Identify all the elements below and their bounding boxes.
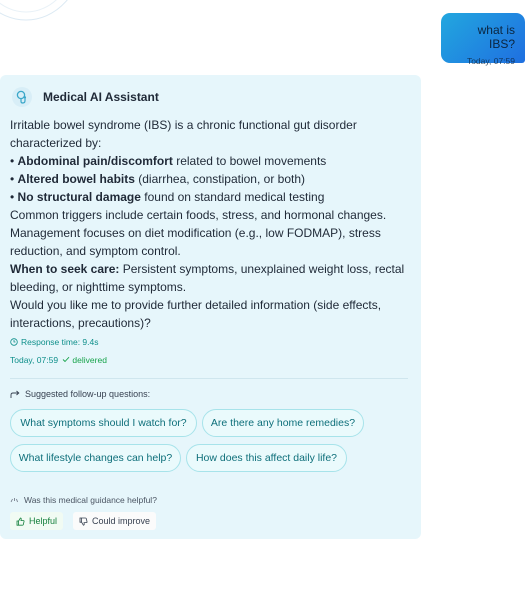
bullet-text: related to bowel movements [172,154,327,168]
bullet-text: found on standard medical testing [140,190,325,204]
suggestion-chip-remedies[interactable]: Are there any home remedies? [202,409,364,437]
suggestion-chip-daily-life[interactable]: How does this affect daily life? [186,444,347,472]
assistant-message-body: Irritable bowel syndrome (IBS) is a chro… [10,116,410,332]
reply-arrow-icon [10,390,20,398]
assistant-name: Medical AI Assistant [43,90,159,104]
helpful-button[interactable]: Helpful [10,512,64,530]
clock-icon [10,338,18,346]
bullet-bold: No structural damage [17,190,141,204]
assistant-timestamp: Today, 07:59 [10,355,59,365]
bullet-item: • Altered bowel habits (diarrhea, consti… [10,172,305,186]
follow-up-text: Would you like me to provide further det… [10,298,382,330]
user-message-text: what is IBS? [477,23,515,51]
bullet-text: (diarrhea, constipation, or both) [134,172,305,186]
message-meta: Today, 07:59 delivered [10,355,107,365]
feedback-question-text: Was this medical guidance helpful? [24,495,157,505]
response-time-text: Response time: 9.4s [21,337,99,347]
suggestion-chip-symptoms[interactable]: What symptoms should I watch for? [10,409,197,437]
bullet-bold: Abdominal pain/discomfort [17,154,173,168]
triggers-text: Common triggers include certain foods, s… [10,208,387,222]
user-message-timestamp: Today, 07:59 [466,56,515,66]
bullet-item: • No structural damage found on standard… [10,190,325,204]
sparkle-icon [10,498,18,503]
thumbs-up-icon [16,517,25,526]
feedback-question: Was this medical guidance helpful? [10,495,157,505]
response-time: Response time: 9.4s [10,337,98,347]
could-improve-button[interactable]: Could improve [73,512,157,530]
intro-text: Irritable bowel syndrome (IBS) is a chro… [10,118,357,150]
assistant-message-card: Medical AI Assistant Irritable bowel syn… [0,75,421,539]
thumbs-down-icon [79,517,88,526]
check-icon [62,356,70,363]
decorative-arc [0,0,68,21]
assistant-header: Medical AI Assistant [12,87,159,107]
delivered-status: delivered [62,355,107,365]
divider [10,378,408,379]
suggestion-chip-lifestyle[interactable]: What lifestyle changes can help? [10,444,181,472]
brain-stethoscope-icon [12,87,32,107]
bullet-item: • Abdominal pain/discomfort related to b… [10,154,327,168]
could-improve-label: Could improve [92,516,151,526]
helpful-label: Helpful [29,516,58,526]
suggestions-label-text: Suggested follow-up questions: [25,389,151,399]
seek-care-label: When to seek care: [10,262,120,276]
management-text: Management focuses on diet modification … [10,226,381,258]
bullet-bold: Altered bowel habits [17,172,135,186]
suggestions-label: Suggested follow-up questions: [10,389,150,399]
status-text: delivered [72,355,107,365]
seek-care-text: When to seek care: Persistent symptoms, … [10,260,410,296]
user-message-bubble: what is IBS? Today, 07:59 [441,13,525,66]
